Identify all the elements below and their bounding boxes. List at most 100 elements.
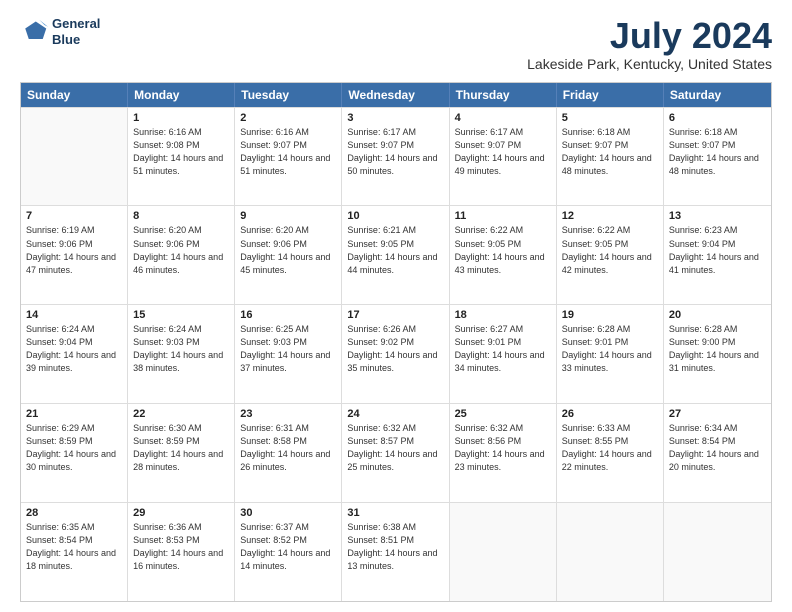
calendar-cell: 2 Sunrise: 6:16 AM Sunset: 9:07 PM Daylig…	[235, 108, 342, 206]
day-number: 26	[562, 408, 658, 420]
day-number: 4	[455, 112, 551, 124]
day-info: Sunrise: 6:22 AM Sunset: 9:05 PM Dayligh…	[562, 224, 658, 276]
day-number: 8	[133, 210, 229, 222]
calendar-cell: 27 Sunrise: 6:34 AM Sunset: 8:54 PM Dayli…	[664, 404, 771, 502]
day-number: 12	[562, 210, 658, 222]
day-info: Sunrise: 6:21 AM Sunset: 9:05 PM Dayligh…	[347, 224, 443, 276]
day-info: Sunrise: 6:29 AM Sunset: 8:59 PM Dayligh…	[26, 422, 122, 474]
calendar-row: 14 Sunrise: 6:24 AM Sunset: 9:04 PM Dayli…	[21, 304, 771, 403]
day-number: 3	[347, 112, 443, 124]
calendar-cell: 23Sunrise: 6:31 AM Sunset: 8:58 PM Dayli…	[235, 404, 342, 502]
day-number: 15	[133, 309, 229, 321]
calendar-cell	[664, 503, 771, 601]
day-number: 6	[669, 112, 766, 124]
calendar-cell: 22 Sunrise: 6:30 AM Sunset: 8:59 PM Dayli…	[128, 404, 235, 502]
calendar-cell: 25 Sunrise: 6:32 AM Sunset: 8:56 PM Dayli…	[450, 404, 557, 502]
day-number: 5	[562, 112, 658, 124]
calendar-cell: 20 Sunrise: 6:28 AM Sunset: 9:00 PM Dayli…	[664, 305, 771, 403]
calendar-cell: 5 Sunrise: 6:18 AM Sunset: 9:07 PM Daylig…	[557, 108, 664, 206]
day-number: 11	[455, 210, 551, 222]
day-info: Sunrise: 6:32 AM Sunset: 8:56 PM Dayligh…	[455, 422, 551, 474]
day-info: Sunrise: 6:18 AM Sunset: 9:07 PM Dayligh…	[669, 126, 766, 178]
calendar-header-cell: Saturday	[664, 83, 771, 107]
calendar-cell	[21, 108, 128, 206]
day-number: 7	[26, 210, 122, 222]
calendar-cell: 3Sunrise: 6:17 AM Sunset: 9:07 PM Daylig…	[342, 108, 449, 206]
day-info: Sunrise: 6:19 AM Sunset: 9:06 PM Dayligh…	[26, 224, 122, 276]
calendar-cell: 24Sunrise: 6:32 AM Sunset: 8:57 PM Dayli…	[342, 404, 449, 502]
day-number: 27	[669, 408, 766, 420]
calendar-header-cell: Friday	[557, 83, 664, 107]
day-number: 18	[455, 309, 551, 321]
calendar-header-cell: Tuesday	[235, 83, 342, 107]
calendar-cell: 7 Sunrise: 6:19 AM Sunset: 9:06 PM Daylig…	[21, 206, 128, 304]
logo: General Blue	[20, 16, 100, 47]
day-info: Sunrise: 6:18 AM Sunset: 9:07 PM Dayligh…	[562, 126, 658, 178]
calendar-cell: 1Sunrise: 6:16 AM Sunset: 9:08 PM Daylig…	[128, 108, 235, 206]
logo-icon	[20, 18, 48, 46]
day-info: Sunrise: 6:28 AM Sunset: 9:00 PM Dayligh…	[669, 323, 766, 375]
day-info: Sunrise: 6:38 AM Sunset: 8:51 PM Dayligh…	[347, 521, 443, 573]
day-number: 28	[26, 507, 122, 519]
day-info: Sunrise: 6:30 AM Sunset: 8:59 PM Dayligh…	[133, 422, 229, 474]
day-number: 29	[133, 507, 229, 519]
day-info: Sunrise: 6:33 AM Sunset: 8:55 PM Dayligh…	[562, 422, 658, 474]
day-info: Sunrise: 6:16 AM Sunset: 9:07 PM Dayligh…	[240, 126, 336, 178]
calendar-header-cell: Thursday	[450, 83, 557, 107]
day-info: Sunrise: 6:25 AM Sunset: 9:03 PM Dayligh…	[240, 323, 336, 375]
calendar-row: 21 Sunrise: 6:29 AM Sunset: 8:59 PM Dayli…	[21, 403, 771, 502]
day-info: Sunrise: 6:27 AM Sunset: 9:01 PM Dayligh…	[455, 323, 551, 375]
calendar-cell: 12 Sunrise: 6:22 AM Sunset: 9:05 PM Dayli…	[557, 206, 664, 304]
calendar-header-cell: Sunday	[21, 83, 128, 107]
day-info: Sunrise: 6:17 AM Sunset: 9:07 PM Dayligh…	[455, 126, 551, 178]
day-info: Sunrise: 6:31 AM Sunset: 8:58 PM Dayligh…	[240, 422, 336, 474]
calendar-cell: 30Sunrise: 6:37 AM Sunset: 8:52 PM Dayli…	[235, 503, 342, 601]
page: General Blue July 2024 Lakeside Park, Ke…	[0, 0, 792, 612]
day-info: Sunrise: 6:26 AM Sunset: 9:02 PM Dayligh…	[347, 323, 443, 375]
day-number: 20	[669, 309, 766, 321]
day-info: Sunrise: 6:36 AM Sunset: 8:53 PM Dayligh…	[133, 521, 229, 573]
day-number: 21	[26, 408, 122, 420]
calendar-cell: 13 Sunrise: 6:23 AM Sunset: 9:04 PM Dayli…	[664, 206, 771, 304]
calendar-cell: 17 Sunrise: 6:26 AM Sunset: 9:02 PM Dayli…	[342, 305, 449, 403]
day-number: 17	[347, 309, 443, 321]
day-number: 16	[240, 309, 336, 321]
calendar-cell: 14 Sunrise: 6:24 AM Sunset: 9:04 PM Dayli…	[21, 305, 128, 403]
day-number: 22	[133, 408, 229, 420]
day-info: Sunrise: 6:23 AM Sunset: 9:04 PM Dayligh…	[669, 224, 766, 276]
day-info: Sunrise: 6:20 AM Sunset: 9:06 PM Dayligh…	[240, 224, 336, 276]
calendar-cell: 4 Sunrise: 6:17 AM Sunset: 9:07 PM Daylig…	[450, 108, 557, 206]
day-info: Sunrise: 6:32 AM Sunset: 8:57 PM Dayligh…	[347, 422, 443, 474]
day-number: 14	[26, 309, 122, 321]
calendar-cell: 18 Sunrise: 6:27 AM Sunset: 9:01 PM Dayli…	[450, 305, 557, 403]
calendar-body: 1Sunrise: 6:16 AM Sunset: 9:08 PM Daylig…	[21, 107, 771, 601]
day-info: Sunrise: 6:35 AM Sunset: 8:54 PM Dayligh…	[26, 521, 122, 573]
calendar-cell	[557, 503, 664, 601]
day-number: 9	[240, 210, 336, 222]
day-number: 25	[455, 408, 551, 420]
day-info: Sunrise: 6:37 AM Sunset: 8:52 PM Dayligh…	[240, 521, 336, 573]
day-number: 19	[562, 309, 658, 321]
calendar-cell: 11 Sunrise: 6:22 AM Sunset: 9:05 PM Dayli…	[450, 206, 557, 304]
calendar-row: 28 Sunrise: 6:35 AM Sunset: 8:54 PM Dayli…	[21, 502, 771, 601]
day-info: Sunrise: 6:24 AM Sunset: 9:04 PM Dayligh…	[26, 323, 122, 375]
logo-text: General Blue	[52, 16, 100, 47]
day-info: Sunrise: 6:28 AM Sunset: 9:01 PM Dayligh…	[562, 323, 658, 375]
day-number: 1	[133, 112, 229, 124]
day-info: Sunrise: 6:34 AM Sunset: 8:54 PM Dayligh…	[669, 422, 766, 474]
calendar-cell: 29 Sunrise: 6:36 AM Sunset: 8:53 PM Dayli…	[128, 503, 235, 601]
subtitle: Lakeside Park, Kentucky, United States	[527, 56, 772, 72]
main-title: July 2024	[527, 16, 772, 56]
day-number: 13	[669, 210, 766, 222]
calendar-cell: 8 Sunrise: 6:20 AM Sunset: 9:06 PM Daylig…	[128, 206, 235, 304]
calendar-cell: 21 Sunrise: 6:29 AM Sunset: 8:59 PM Dayli…	[21, 404, 128, 502]
calendar-row: 1Sunrise: 6:16 AM Sunset: 9:08 PM Daylig…	[21, 107, 771, 206]
day-info: Sunrise: 6:20 AM Sunset: 9:06 PM Dayligh…	[133, 224, 229, 276]
day-info: Sunrise: 6:24 AM Sunset: 9:03 PM Dayligh…	[133, 323, 229, 375]
day-number: 31	[347, 507, 443, 519]
title-block: July 2024 Lakeside Park, Kentucky, Unite…	[527, 16, 772, 72]
day-number: 10	[347, 210, 443, 222]
day-number: 2	[240, 112, 336, 124]
calendar-header: SundayMondayTuesdayWednesdayThursdayFrid…	[21, 83, 771, 107]
day-info: Sunrise: 6:22 AM Sunset: 9:05 PM Dayligh…	[455, 224, 551, 276]
